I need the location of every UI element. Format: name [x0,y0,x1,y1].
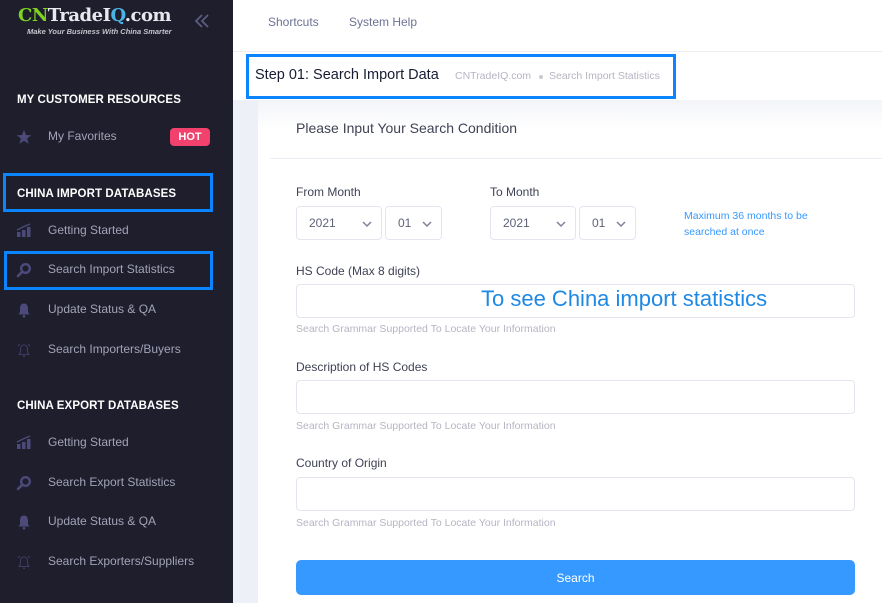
from-month-select[interactable]: 01 [385,206,442,240]
to-month-value: 01 [592,216,606,230]
sidebar-item-my-favorites[interactable]: My Favorites HOT [0,121,233,153]
shortcuts-link[interactable]: Shortcuts [268,15,319,29]
chevron-down-icon [421,217,433,229]
sidebar-item-export-getting-started[interactable]: Getting Started [0,427,233,459]
to-year-select[interactable]: 2021 [490,206,576,240]
from-year-value: 2021 [309,216,336,230]
alarm-icon [16,342,32,358]
sidebar-item-search-export-statistics[interactable]: Search Export Statistics [0,467,233,499]
logo[interactable]: CNTradeIQ.com Make Your Business With Ch… [18,6,188,40]
to-year-value: 2021 [503,216,530,230]
chevron-down-icon [361,217,373,229]
to-month-label: To Month [490,185,540,199]
breadcrumb-current[interactable]: Search Import Statistics [549,70,660,82]
sidebar-item-label: Update Status & QA [48,302,157,316]
date-range-note: Maximum 36 months to be searched at once [684,210,808,238]
sidebar-item-search-exporters[interactable]: Search Exporters/Suppliers [0,546,233,578]
logo-tagline: Make Your Business With China Smarter [27,27,172,36]
chevron-down-icon [555,217,567,229]
sidebar-item-label: Update Status & QA [48,514,157,528]
chart-bars-icon [16,435,32,451]
search-button[interactable]: Search [296,560,855,595]
description-label: Description of HS Codes [296,360,428,374]
sidebar-item-export-update-status[interactable]: Update Status & QA [0,506,233,538]
hs-code-input[interactable] [296,284,855,318]
logo-trade: Trade [47,5,103,26]
alarm-icon [16,554,32,570]
hs-code-label: HS Code (Max 8 digits) [296,264,421,278]
to-month-select[interactable]: 01 [579,206,636,240]
sidebar-item-label: My Favorites [48,129,117,143]
subheader: Step 01: Search Import Data CNTradeIQ.co… [233,52,882,100]
country-help: Search Grammar Supported To Locate Your … [296,517,556,529]
description-input[interactable] [296,380,855,414]
sidebar-item-label: Getting Started [48,435,129,449]
from-month-label: From Month [296,185,361,199]
sidebar-item-label: Search Import Statistics [48,262,175,276]
search-form-card: Please Input Your Search Condition From … [258,100,882,603]
breadcrumb-separator [539,75,543,79]
from-month-value: 01 [398,216,412,230]
search-icon [16,262,32,278]
chevron-down-icon [615,217,627,229]
page-title: Step 01: Search Import Data [255,67,439,83]
sidebar-item-label: Search Importers/Buyers [48,342,181,356]
top-header: Shortcuts System Help [233,0,882,52]
country-label: Country of Origin [296,456,387,470]
description-help: Search Grammar Supported To Locate Your … [296,420,556,432]
sidebar-item-label: Search Exporters/Suppliers [48,554,195,568]
card-title: Please Input Your Search Condition [296,120,518,136]
bell-icon [16,302,32,318]
search-icon [16,475,32,491]
logo-wordmark: CNTradeIQ.com [18,6,188,26]
hot-badge: HOT [170,128,210,146]
sidebar-item-label: Getting Started [48,223,129,237]
star-icon [16,129,32,145]
logo-q: Q [110,5,125,26]
hs-code-help: Search Grammar Supported To Locate Your … [296,323,556,335]
card-divider [270,158,882,159]
logo-cn: CN [18,5,48,26]
sidebar: CNTradeIQ.com Make Your Business With Ch… [0,0,233,603]
sidebar-item-import-update-status[interactable]: Update Status & QA [0,294,233,326]
chart-bars-icon [16,223,32,239]
sidebar-item-label: Search Export Statistics [48,475,176,489]
sidebar-item-search-importers[interactable]: Search Importers/Buyers [0,334,233,366]
breadcrumb-home[interactable]: CNTradeIQ.com [455,70,531,82]
country-input[interactable] [296,477,855,511]
sidebar-item-search-import-statistics[interactable]: Search Import Statistics [0,254,233,286]
system-help-link[interactable]: System Help [349,15,417,29]
sidebar-item-import-getting-started[interactable]: Getting Started [0,215,233,247]
logo-com: .com [124,5,172,26]
bell-icon [16,514,32,530]
from-year-select[interactable]: 2021 [296,206,382,240]
double-chevron-left-icon[interactable] [193,10,211,32]
section-title-export-databases: CHINA EXPORT DATABASES [17,400,179,412]
section-title-import-databases: CHINA IMPORT DATABASES [17,188,177,200]
section-title-customer-resources: MY CUSTOMER RESOURCES [17,94,181,106]
